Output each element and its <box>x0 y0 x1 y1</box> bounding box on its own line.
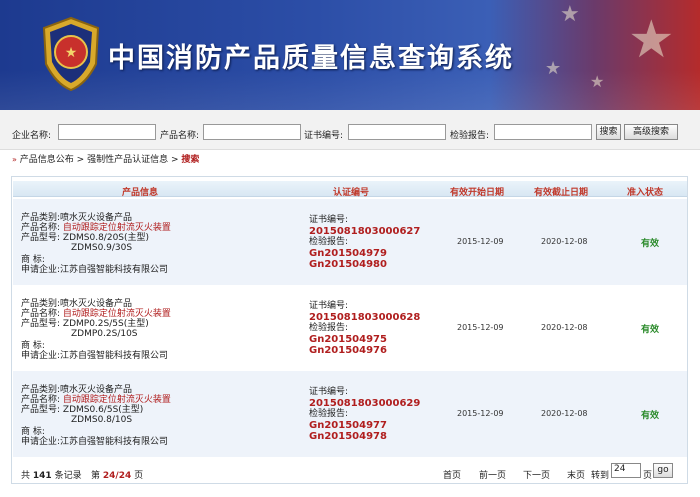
product-name-link[interactable]: 自动跟踪定位射流灭火装置 <box>63 309 171 319</box>
product-name-link[interactable]: 自动跟踪定位射流灭火装置 <box>63 223 171 233</box>
site-title: 中国消防产品质量信息查询系统 <box>108 43 514 74</box>
model-line: 产品型号: ZDMP0.2S/5S(主型) <box>21 319 149 329</box>
police-emblem-icon: ★ <box>42 16 100 92</box>
cert-label-text: 证书编号: <box>309 301 349 311</box>
product-model-alt: ZDMS0.9/30S <box>71 243 133 253</box>
report-label-text: 检验报告: <box>309 409 349 419</box>
header-product-info: 产品信息 <box>121 188 158 198</box>
start-date: 2015-12-09 <box>457 323 504 332</box>
end-date: 2020-12-08 <box>541 323 588 332</box>
report-label-text: 检验报告: <box>309 323 349 333</box>
breadcrumb-separator: > <box>76 155 85 165</box>
goto-suffix: 页 <box>643 471 653 481</box>
product-category: 喷水灭火设备产品 <box>60 299 133 309</box>
status-badge: 有效 <box>641 325 660 335</box>
pagination-bar: 共 141 条记录 第 24/24 页 首页 前一页 下一页 末页 转到 24 … <box>13 459 687 483</box>
cert-input[interactable] <box>348 124 446 140</box>
product-model: ZDMS0.6/5S(主型) <box>62 405 144 415</box>
end-date: 2020-12-08 <box>541 409 588 418</box>
report-number-link[interactable]: Gn201504976 <box>309 345 387 357</box>
product-category: 喷水灭火设备产品 <box>60 213 133 223</box>
report-input[interactable] <box>494 124 592 140</box>
brand-line: 商 标: <box>21 427 45 437</box>
cert-label: 证书编号: <box>304 131 344 141</box>
double-arrow-icon: » <box>12 155 17 164</box>
brand-line: 商 标: <box>21 255 45 265</box>
start-date: 2015-12-09 <box>457 409 504 418</box>
start-date: 2015-12-09 <box>457 237 504 246</box>
table-row: 产品类别:喷水灭火设备产品 产品名称: 自动跟踪定位射流灭火装置 产品型号: Z… <box>13 371 687 457</box>
table-header: 产品信息 认证编号 有效开始日期 有效截止日期 准入状态 <box>13 181 687 198</box>
product-model: ZDMP0.2S/5S(主型) <box>62 319 149 329</box>
name-line: 产品名称: 自动跟踪定位射流灭火装置 <box>21 309 171 319</box>
report-label: 检验报告: <box>450 131 490 141</box>
header-cert-no: 认证编号 <box>332 188 369 198</box>
header-start-date: 有效开始日期 <box>449 188 504 198</box>
go-button[interactable]: go <box>653 463 673 478</box>
breadcrumb-current: 搜索 <box>181 155 200 165</box>
advanced-search-button[interactable]: 高级搜索 <box>624 124 678 140</box>
prev-page-link[interactable]: 前一页 <box>479 468 506 481</box>
company-name: 江苏自强智能科技有限公司 <box>60 265 169 275</box>
header-status: 准入状态 <box>626 188 663 198</box>
breadcrumb-mid-link[interactable]: 强制性产品认证信息 <box>87 155 168 165</box>
last-page-link[interactable]: 末页 <box>567 468 585 481</box>
company-name: 江苏自强智能科技有限公司 <box>60 437 169 447</box>
company-line: 申请企业:江苏自强智能科技有限公司 <box>21 351 169 361</box>
end-date: 2020-12-08 <box>541 237 588 246</box>
product-category: 喷水灭火设备产品 <box>60 385 133 395</box>
category-line: 产品类别:喷水灭火设备产品 <box>21 299 133 309</box>
company-line: 申请企业:江苏自强智能科技有限公司 <box>21 265 169 275</box>
product-name-link[interactable]: 自动跟踪定位射流灭火装置 <box>63 395 171 405</box>
site-banner: ★ ★ ★ ★ ★ 中国消防产品质量信息查询系统 <box>0 0 700 110</box>
goto-page-input[interactable]: 24 <box>611 463 641 478</box>
record-count: 共 141 条记录 <box>21 471 82 481</box>
model-line: 产品型号: ZDMS0.6/5S(主型) <box>21 405 144 415</box>
product-model-alt: ZDMP0.2S/10S <box>71 329 138 339</box>
report-number-link[interactable]: Gn201504978 <box>309 431 387 443</box>
product-model: ZDMS0.8/20S(主型) <box>62 233 150 243</box>
company-line: 申请企业:江苏自强智能科技有限公司 <box>21 437 169 447</box>
name-line: 产品名称: 自动跟踪定位射流灭火装置 <box>21 223 171 233</box>
svg-text:★: ★ <box>65 45 78 61</box>
header-end-date: 有效截止日期 <box>533 188 588 198</box>
star-icon: ★ <box>560 2 580 27</box>
status-badge: 有效 <box>641 411 660 421</box>
product-input[interactable] <box>203 124 301 140</box>
category-line: 产品类别:喷水灭火设备产品 <box>21 385 133 395</box>
table-row: 产品类别:喷水灭火设备产品 产品名称: 自动跟踪定位射流灭火装置 产品型号: Z… <box>13 285 687 371</box>
goto-label: 转到 <box>591 471 610 481</box>
name-line: 产品名称: 自动跟踪定位射流灭火装置 <box>21 395 171 405</box>
product-label: 产品名称: <box>160 131 200 141</box>
breadcrumb: » 产品信息公布 > 强制性产品认证信息 > 搜索 <box>12 152 199 166</box>
cert-label-text: 证书编号: <box>309 215 349 225</box>
search-bar: 企业名称: 产品名称: 证书编号: 检验报告: 搜索 高级搜索 <box>0 110 700 150</box>
star-icon: ★ <box>590 72 605 91</box>
company-label: 企业名称: <box>12 131 52 141</box>
product-model-alt: ZDMS0.8/10S <box>71 415 133 425</box>
star-icon: ★ <box>628 10 675 70</box>
first-page-link[interactable]: 首页 <box>443 468 461 481</box>
report-label-text: 检验报告: <box>309 237 349 247</box>
results-table: 产品信息 认证编号 有效开始日期 有效截止日期 准入状态 产品类别:喷水灭火设备… <box>11 176 688 484</box>
company-name: 江苏自强智能科技有限公司 <box>60 351 169 361</box>
breadcrumb-root-link[interactable]: 产品信息公布 <box>20 155 74 165</box>
table-row: 产品类别:喷水灭火设备产品 产品名称: 自动跟踪定位射流灭火装置 产品型号: Z… <box>13 199 687 285</box>
company-input[interactable] <box>58 124 156 140</box>
category-line: 产品类别:喷水灭火设备产品 <box>21 213 133 223</box>
status-badge: 有效 <box>641 239 660 249</box>
page-indicator: 第 24/24 页 <box>91 471 144 481</box>
brand-line: 商 标: <box>21 341 45 351</box>
search-button[interactable]: 搜索 <box>596 124 621 140</box>
model-line: 产品型号: ZDMS0.8/20S(主型) <box>21 233 150 243</box>
breadcrumb-separator: > <box>170 155 179 165</box>
cert-label-text: 证书编号: <box>309 387 349 397</box>
next-page-link[interactable]: 下一页 <box>523 468 550 481</box>
star-icon: ★ <box>545 58 562 79</box>
report-number-link[interactable]: Gn201504980 <box>309 259 387 271</box>
